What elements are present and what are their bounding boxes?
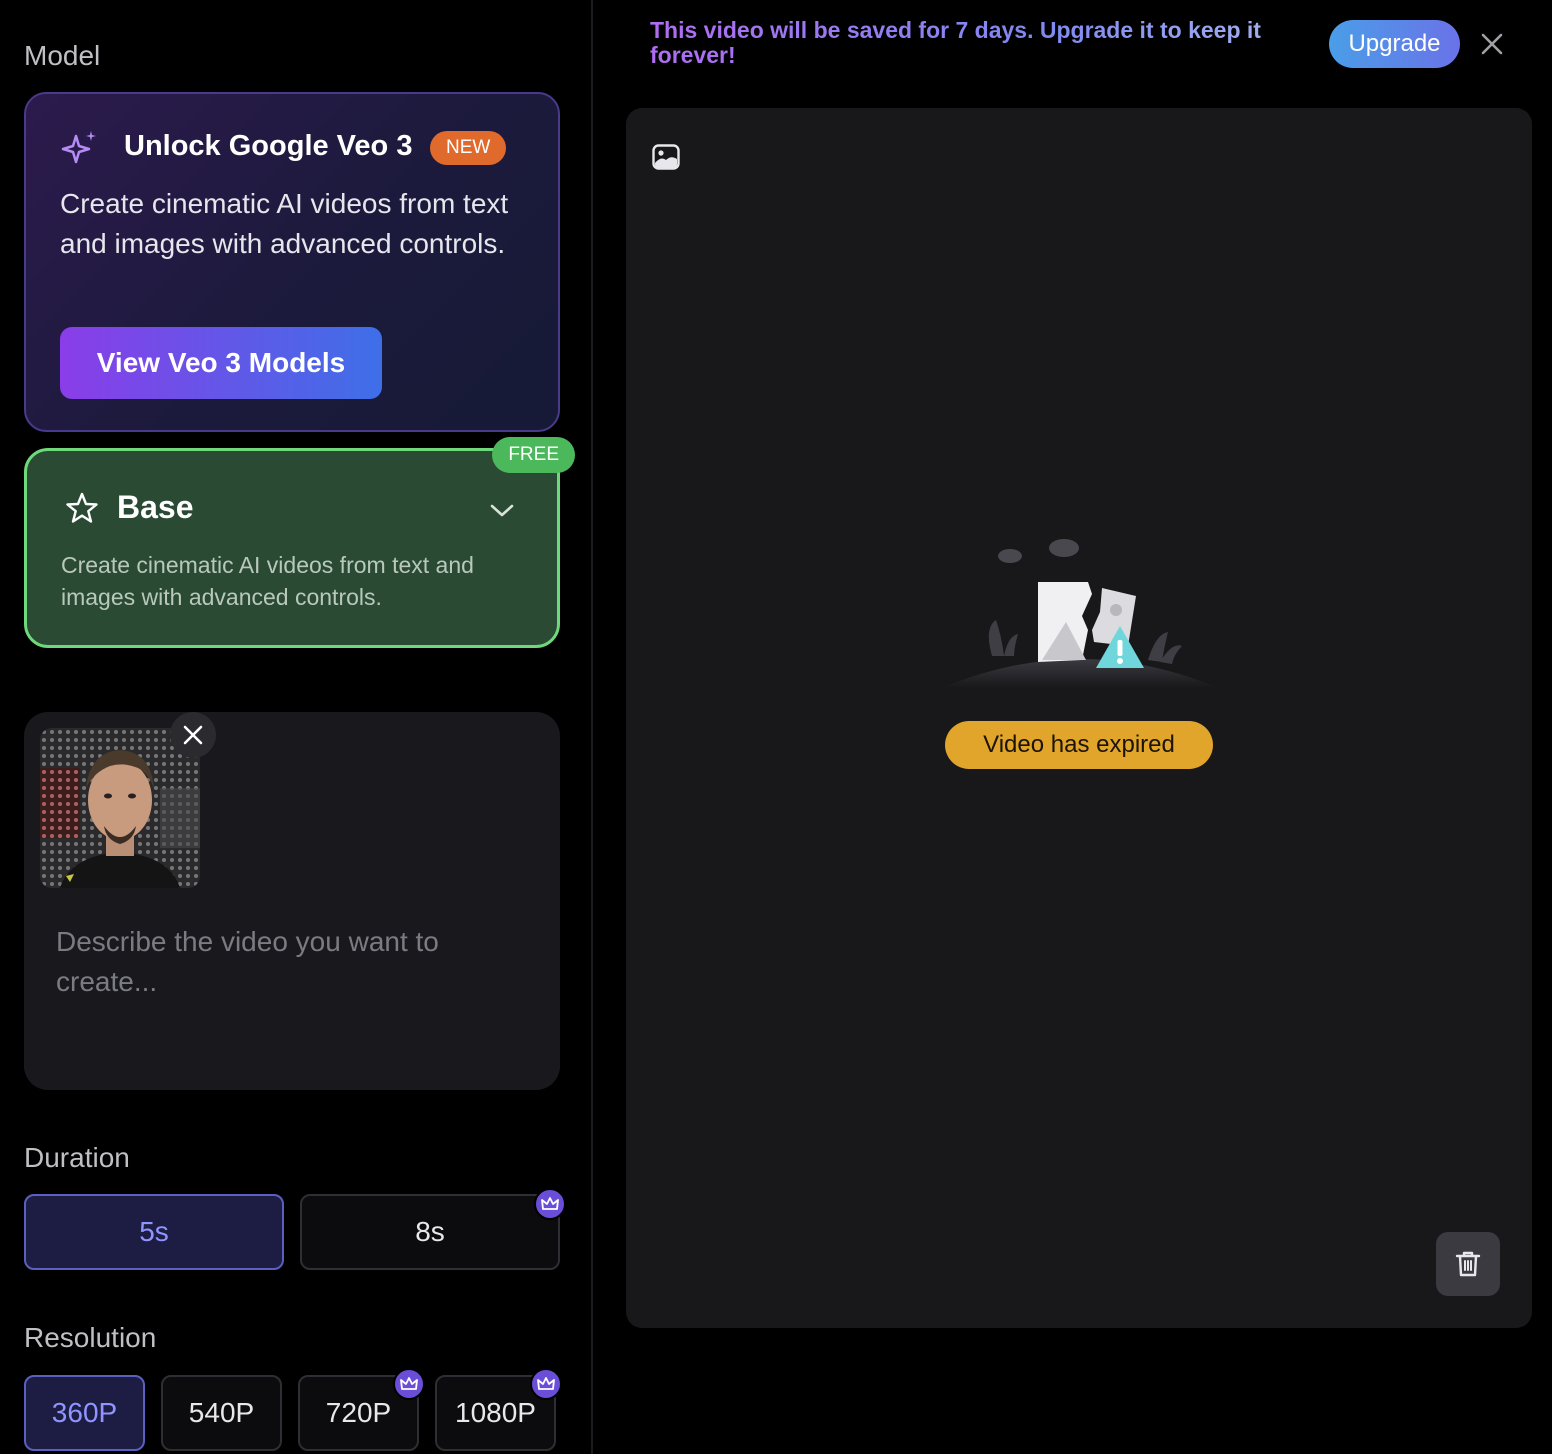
upgrade-button[interactable]: Upgrade <box>1329 20 1460 68</box>
delete-button[interactable] <box>1436 1232 1500 1296</box>
image-icon[interactable] <box>652 144 680 170</box>
close-icon <box>183 725 203 745</box>
duration-option-8s[interactable]: 8s <box>300 1194 560 1270</box>
model-name: Base <box>117 489 194 525</box>
close-icon[interactable] <box>1478 30 1506 58</box>
prompt-box <box>24 712 560 1090</box>
duration-section-label: Duration <box>24 1142 130 1173</box>
chevron-down-icon[interactable] <box>489 501 515 519</box>
retention-banner-text: This video will be saved for 7 days. Upg… <box>650 18 1310 68</box>
crown-icon <box>530 1368 562 1400</box>
model-description: Create cinematic AI videos from text and… <box>61 552 474 610</box>
expired-status-badge: Video has expired <box>945 721 1213 769</box>
trash-icon <box>1455 1251 1481 1277</box>
video-preview: Video has expired <box>626 108 1532 1328</box>
remove-image-button[interactable] <box>170 712 216 758</box>
view-veo3-models-button[interactable]: View Veo 3 Models <box>60 327 382 399</box>
model-select-base[interactable]: FREE Base Create cinematic AI videos fro… <box>24 437 575 648</box>
veo3-promo-description: Create cinematic AI videos from text and… <box>60 188 509 259</box>
star-icon <box>66 492 98 523</box>
duration-option-5s[interactable]: 5s <box>24 1194 284 1270</box>
crown-icon <box>534 1188 566 1220</box>
prompt-input[interactable] <box>56 922 526 1062</box>
model-section-label: Model <box>24 40 101 71</box>
settings-panel: Model Unlock Google Veo 3 NEW Create cin… <box>0 0 593 1454</box>
resolution-option-540p[interactable]: 540P <box>161 1375 282 1451</box>
new-badge: NEW <box>430 131 507 165</box>
expired-video-illustration <box>942 539 1218 688</box>
resolution-section-label: Resolution <box>24 1322 157 1353</box>
crown-icon <box>393 1368 425 1400</box>
veo3-promo-card[interactable]: Unlock Google Veo 3 NEW Create cinematic… <box>24 92 560 432</box>
veo3-promo-title: Unlock Google Veo 3 <box>124 130 413 162</box>
free-badge: FREE <box>492 437 575 473</box>
resolution-option-360p[interactable]: 360P <box>24 1375 145 1451</box>
sparkle-icon <box>61 131 96 164</box>
